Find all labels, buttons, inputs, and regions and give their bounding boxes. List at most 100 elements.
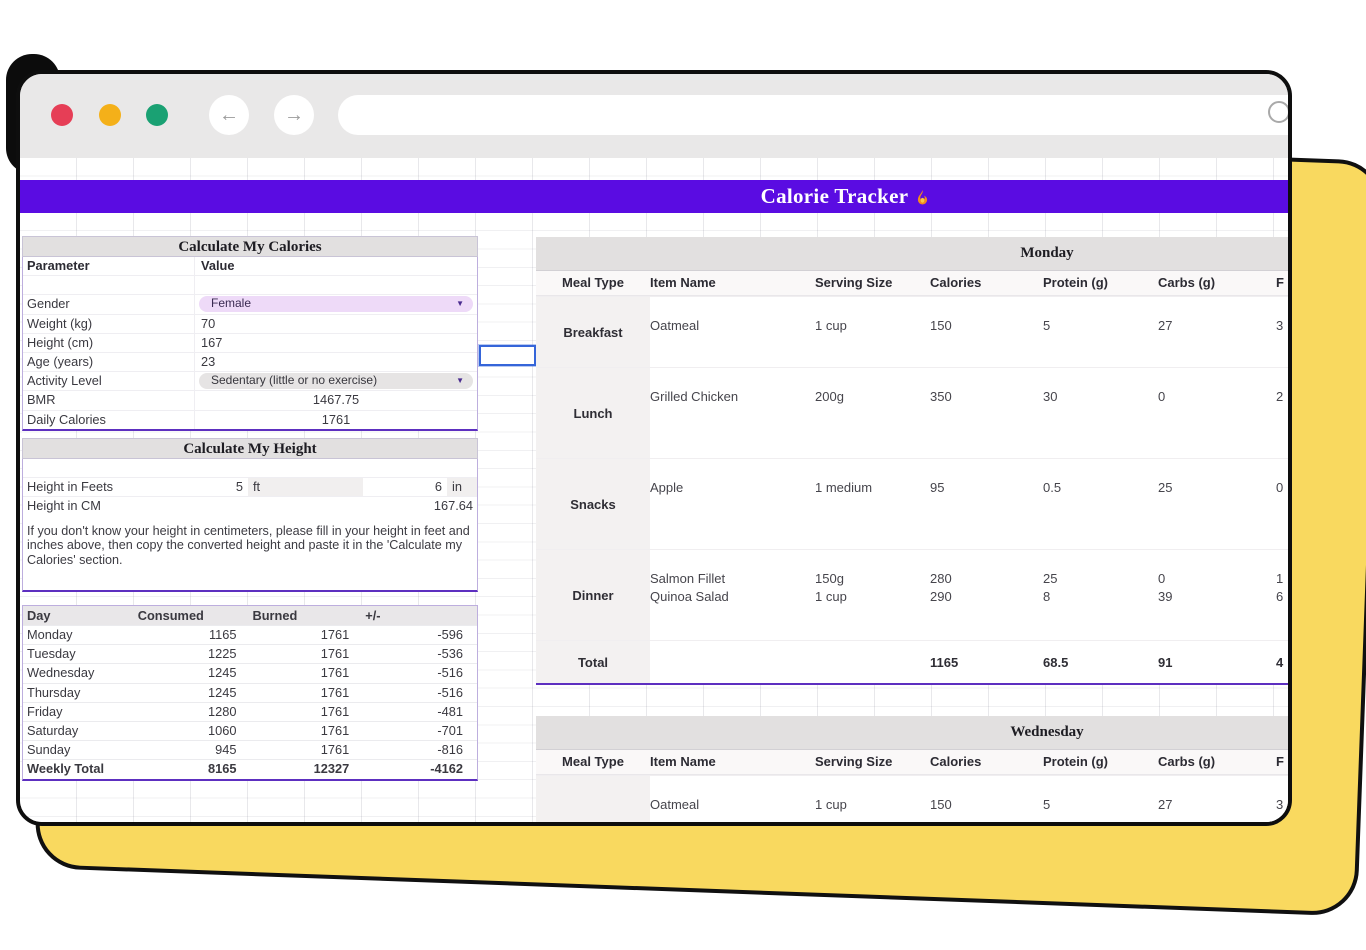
weekly-value-cell: 8165	[136, 760, 251, 778]
fire-icon	[914, 189, 931, 206]
meal-group-snacks: SnacksApple1 medium950.5250	[536, 458, 1288, 549]
calc-value-cell: 23	[195, 353, 477, 371]
height-calculator-table: Calculate My Height Height in Feets 5 ft…	[22, 438, 478, 592]
meal-header-cell: Serving Size	[815, 750, 930, 774]
meal-group-breakfast: BreakfastOatmeal1 cup1505273	[536, 775, 1288, 822]
url-input[interactable]	[338, 95, 1292, 135]
meal-item-cell: 0	[1158, 388, 1276, 406]
meal-item-cell: 290	[930, 588, 1043, 606]
weekly-day-cell: Friday	[23, 703, 136, 721]
calc-param-label	[23, 276, 195, 294]
inch-value-cell[interactable]: 6	[363, 478, 447, 496]
meal-item-cell: 25	[1158, 479, 1276, 497]
meal-type-cell: Snacks	[536, 459, 650, 549]
meal-item-cell: Oatmeal	[650, 796, 815, 814]
title-banner: Calorie Tracker	[20, 180, 1288, 213]
weekly-row: Sunday9451761-816	[23, 740, 477, 759]
meal-item-cell: 27	[1158, 796, 1276, 814]
close-window-button[interactable]	[51, 104, 73, 126]
weekly-day-cell: Wednesday	[23, 664, 136, 682]
calc-row: BMR1467.75	[23, 390, 477, 409]
weekly-value-cell: 1165	[136, 626, 251, 644]
meal-total-label: Total	[536, 641, 650, 683]
weekly-day-cell: Weekly Total	[23, 760, 136, 778]
meal-item-cell: 1	[1276, 570, 1288, 588]
meal-item-cell: 5	[1043, 317, 1158, 335]
meal-item-cell: 39	[1158, 588, 1276, 606]
calc-value-cell: Sedentary (little or no exercise)▼	[195, 372, 477, 390]
calc-row	[23, 275, 477, 294]
weekly-day-cell: Monday	[23, 626, 136, 644]
meal-type-cell: Lunch	[536, 368, 650, 458]
meal-header-cell: F	[1276, 271, 1288, 295]
weekly-row: Weekly Total816512327-4162	[23, 759, 477, 778]
weekly-value-cell: 1761	[250, 664, 363, 682]
meal-item-cell: 150g	[815, 570, 930, 588]
meal-table-header-row: Meal TypeItem NameServing SizeCaloriesPr…	[536, 270, 1288, 296]
meal-item-cell: Apple	[650, 479, 815, 497]
height-feet-row: Height in Feets 5 ft 6 in	[23, 477, 477, 496]
meal-item-cell: 95	[930, 479, 1043, 497]
meal-item-row: Oatmeal1 cup1505273	[650, 796, 1288, 814]
calc-value-cell: 70	[195, 315, 477, 333]
forward-button[interactable]: →	[274, 95, 314, 135]
back-button[interactable]: ←	[209, 95, 249, 135]
weekly-row: Friday12801761-481	[23, 702, 477, 721]
weekly-row: Wednesday12451761-516	[23, 663, 477, 682]
meal-item-row: Grilled Chicken200g3503002	[650, 388, 1288, 406]
calc-param-label: Daily Calories	[23, 411, 195, 429]
meal-item-cell: 200g	[815, 388, 930, 406]
calc-row: Weight (kg)70	[23, 314, 477, 333]
weekly-value-cell: -816	[363, 741, 477, 759]
weekly-value-cell: 1280	[136, 703, 251, 721]
meal-total-cell: 4	[1276, 655, 1288, 670]
zoom-window-button[interactable]	[146, 104, 168, 126]
meal-header-cell: Calories	[930, 271, 1043, 295]
height-feet-label: Height in Feets	[23, 478, 195, 496]
calc-row: Activity LevelSedentary (little or no ex…	[23, 371, 477, 390]
weekly-value-cell: 12327	[250, 760, 363, 778]
weekly-value-cell: 1225	[136, 645, 251, 663]
height-cm-value: 167.64	[195, 497, 477, 515]
weekly-value-cell: 1245	[136, 684, 251, 702]
meal-type-cell: Dinner	[536, 550, 650, 640]
weekly-value-cell: -481	[363, 703, 477, 721]
height-calculator-title: Calculate My Height	[22, 438, 478, 459]
search-icon[interactable]	[1268, 101, 1290, 123]
weekly-value-cell: -516	[363, 664, 477, 682]
meal-item-cell: 3	[1276, 317, 1288, 335]
weekly-value-cell: -701	[363, 722, 477, 740]
weekly-value-cell: -536	[363, 645, 477, 663]
meal-items: Apple1 medium950.5250	[650, 459, 1288, 549]
selected-cell[interactable]	[479, 345, 536, 366]
meal-header-cell: Calories	[930, 750, 1043, 774]
weekly-value-cell: -516	[363, 684, 477, 702]
activity-level-dropdown[interactable]: Sedentary (little or no exercise)▼	[199, 373, 473, 389]
meal-item-cell: 150	[930, 317, 1043, 335]
meal-items: Oatmeal1 cup1505273	[650, 297, 1288, 367]
meal-item-row: Oatmeal1 cup1505273	[650, 317, 1288, 335]
meal-group-dinner: DinnerSalmon Fillet150g2802501Quinoa Sal…	[536, 549, 1288, 640]
meal-header-cell: Meal Type	[536, 750, 650, 774]
weekly-row: Thursday12451761-516	[23, 683, 477, 702]
weekly-header-cell: +/-	[363, 606, 477, 625]
forward-arrow-icon: →	[284, 105, 304, 125]
meal-table-wednesday: WednesdayMeal TypeItem NameServing SizeC…	[536, 716, 1288, 822]
meal-header-cell: Protein (g)	[1043, 271, 1158, 295]
meal-header-cell: Carbs (g)	[1158, 750, 1276, 774]
spreadsheet-area: Calorie Tracker Calculate My Calories Pa…	[20, 158, 1288, 822]
weekly-header-cell: Consumed	[136, 606, 251, 625]
weekly-row: Saturday10601761-701	[23, 721, 477, 740]
weekly-header-cell: Burned	[251, 606, 364, 625]
meal-items: Oatmeal1 cup1505273	[650, 776, 1288, 822]
minimize-window-button[interactable]	[99, 104, 121, 126]
weekly-value-cell: 1761	[250, 645, 363, 663]
back-arrow-icon: ←	[219, 105, 239, 125]
height-cm-row: Height in CM 167.64	[23, 496, 477, 515]
gender-dropdown[interactable]: Female▼	[199, 296, 473, 312]
meal-item-cell: 27	[1158, 317, 1276, 335]
calc-param-label: BMR	[23, 391, 195, 409]
weekly-value-cell: 1245	[136, 664, 251, 682]
feet-value-cell[interactable]: 5	[195, 478, 248, 496]
meal-item-cell: 0.5	[1043, 479, 1158, 497]
